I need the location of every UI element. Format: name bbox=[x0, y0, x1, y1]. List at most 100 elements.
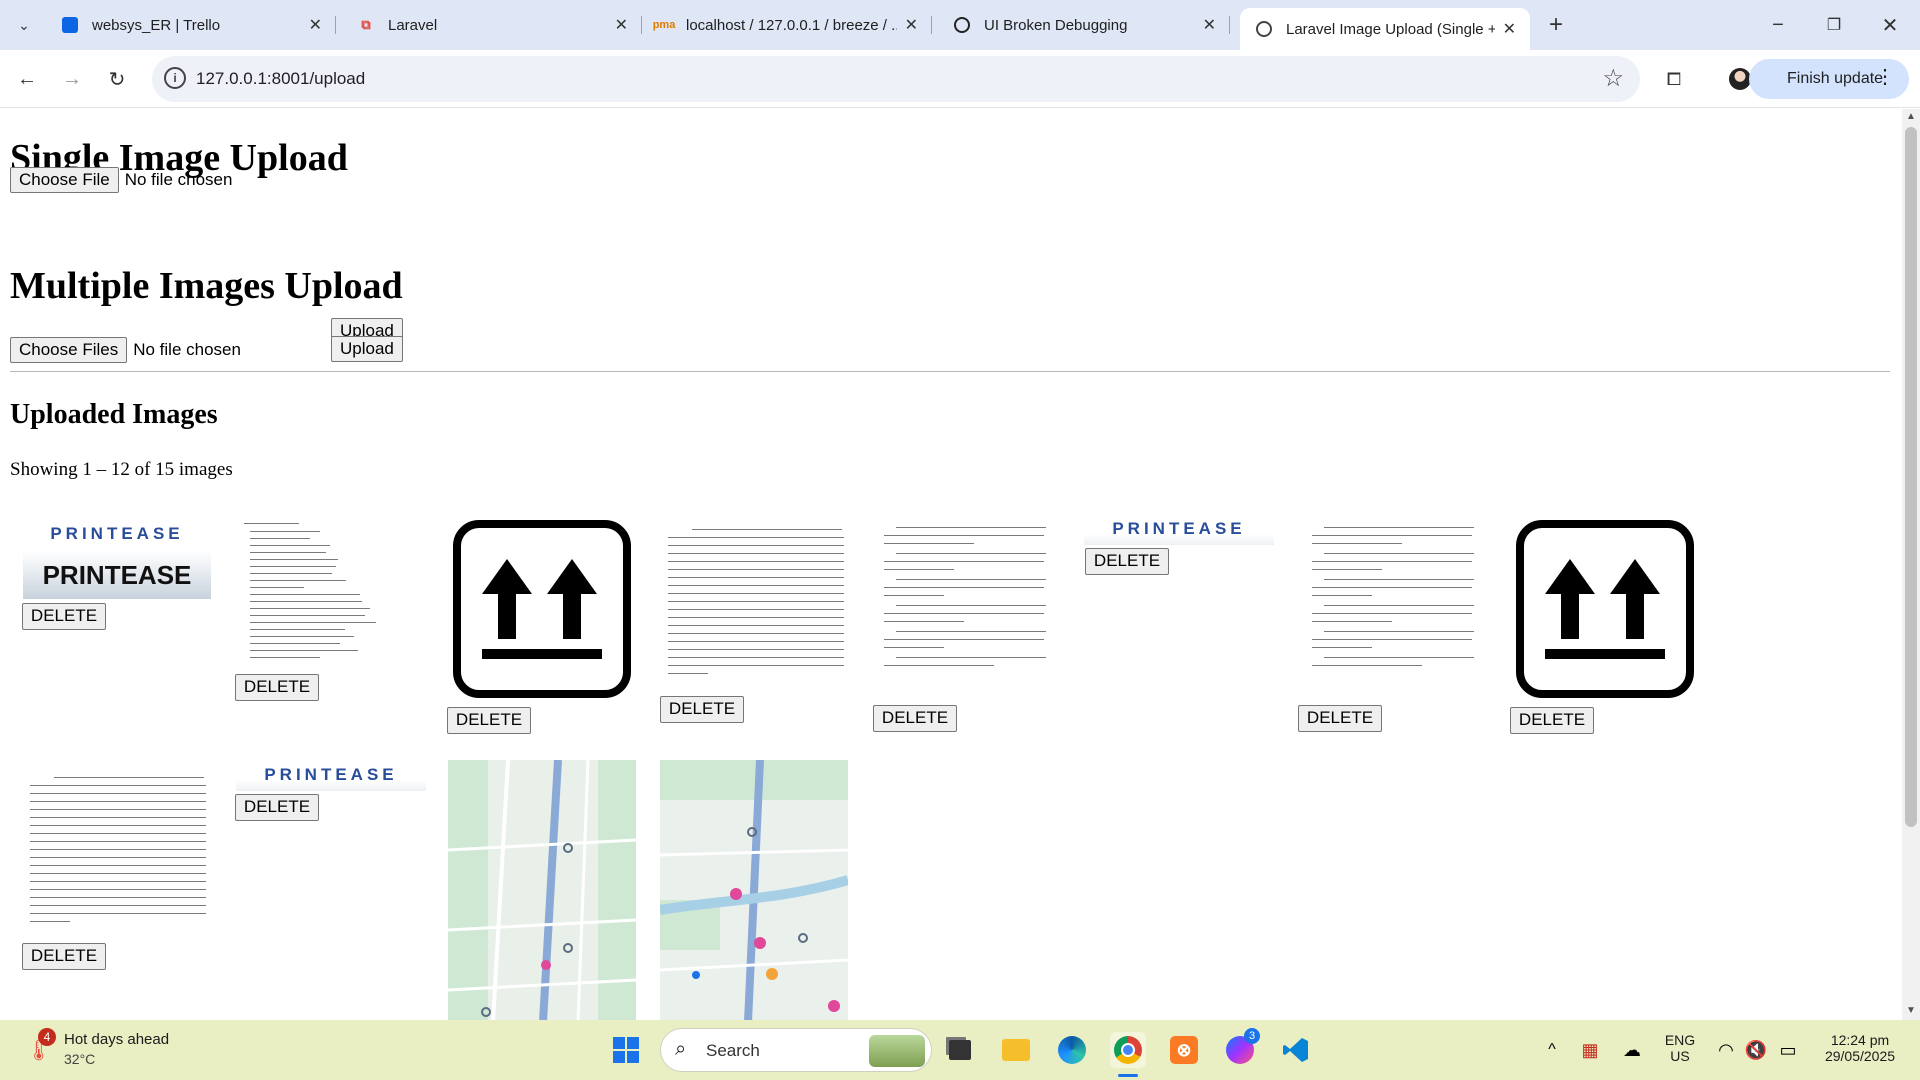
onedrive-offline-icon[interactable]: ☁ bbox=[1614, 1032, 1650, 1068]
multiple-upload-form: Choose Files No file chosen bbox=[10, 337, 241, 363]
edge-browser-icon[interactable] bbox=[1054, 1032, 1090, 1068]
taskbar-search[interactable]: ⌕ Search bbox=[660, 1028, 932, 1072]
search-icon: ⌕ bbox=[675, 1038, 687, 1060]
puzzle-icon: ⧠ bbox=[1666, 68, 1682, 89]
uploaded-image-questions-document bbox=[236, 517, 422, 667]
speaker-muted-icon[interactable]: 🔇 bbox=[1738, 1032, 1774, 1068]
choose-files-button[interactable]: Choose Files bbox=[10, 337, 128, 363]
tab-trello[interactable]: websys_ER | Trello ✕ bbox=[46, 8, 336, 42]
pagination-summary: Showing 1 – 12 of 15 images bbox=[10, 459, 233, 480]
restore-button[interactable]: ❐ bbox=[1818, 9, 1850, 41]
language-indicator[interactable]: ENG US bbox=[1660, 1032, 1700, 1064]
more-vert-icon[interactable]: ⋮ bbox=[1875, 67, 1895, 87]
task-view-icon[interactable] bbox=[942, 1032, 978, 1068]
printease-title: PRINTEASE bbox=[1112, 519, 1246, 538]
uploaded-images-heading: Uploaded Images bbox=[10, 399, 218, 430]
uploaded-image-text-document bbox=[1308, 519, 1478, 679]
restore-icon: ❐ bbox=[1826, 17, 1842, 34]
close-tab-icon[interactable]: ✕ bbox=[309, 15, 322, 35]
clock-time: 12:24 pm bbox=[1830, 1032, 1890, 1048]
delete-button[interactable]: DELETE bbox=[1298, 705, 1382, 732]
section-divider bbox=[10, 371, 1890, 372]
address-bar[interactable]: i 127.0.0.1:8001/upload ☆ bbox=[152, 56, 1640, 102]
forward-button[interactable]: → bbox=[56, 63, 88, 95]
scroll-up-arrow-icon[interactable]: ▲ bbox=[1906, 111, 1916, 122]
close-tab-icon[interactable]: ✕ bbox=[905, 15, 918, 35]
reload-button[interactable]: ↻ bbox=[101, 63, 133, 95]
site-info-icon[interactable]: i bbox=[164, 67, 186, 89]
tray-app-icon[interactable]: ▦ bbox=[1572, 1032, 1608, 1068]
weather-badge: 4 bbox=[38, 1028, 56, 1046]
this-side-up-icon bbox=[453, 520, 631, 698]
arrow-right-icon: → bbox=[62, 67, 82, 90]
multiple-upload-button[interactable]: Upload bbox=[331, 336, 403, 362]
close-tab-icon[interactable]: ✕ bbox=[615, 15, 628, 35]
tab-laravel[interactable]: ⧉ Laravel ✕ bbox=[342, 8, 642, 42]
file-explorer-icon[interactable] bbox=[998, 1032, 1034, 1068]
delete-button[interactable]: DELETE bbox=[235, 674, 319, 701]
battery-icon[interactable]: ▭ bbox=[1770, 1032, 1806, 1068]
map-graphic bbox=[448, 760, 636, 1020]
reload-icon: ↻ bbox=[108, 68, 126, 91]
url-text: 127.0.0.1:8001/upload bbox=[196, 69, 366, 88]
delete-button[interactable]: DELETE bbox=[235, 794, 319, 821]
scrollbar-thumb[interactable] bbox=[1905, 127, 1917, 827]
scroll-down-arrow-icon[interactable]: ▼ bbox=[1906, 1005, 1916, 1016]
uploaded-image-text-document bbox=[880, 519, 1050, 679]
finish-update-label: Finish update bbox=[1787, 70, 1884, 87]
this-side-up-icon bbox=[1516, 520, 1694, 698]
uploaded-image-text-document bbox=[24, 767, 210, 935]
delete-button[interactable]: DELETE bbox=[660, 696, 744, 723]
show-hidden-icons-chevron-icon[interactable]: ^ bbox=[1534, 1032, 1570, 1068]
printease-title: PRINTEASE bbox=[23, 517, 211, 551]
delete-button[interactable]: DELETE bbox=[22, 943, 106, 970]
page-scrollbar[interactable]: ▲ ▼ bbox=[1902, 109, 1920, 1020]
chatgpt-icon bbox=[952, 15, 972, 35]
extensions-button[interactable]: ⧠ bbox=[1658, 63, 1690, 95]
delete-button[interactable]: DELETE bbox=[1085, 548, 1169, 575]
language-code: ENG bbox=[1664, 1032, 1696, 1048]
plus-icon: + bbox=[1548, 11, 1563, 38]
tab-title: Laravel Image Upload (Single + ... bbox=[1286, 20, 1495, 38]
delete-button[interactable]: DELETE bbox=[447, 707, 531, 734]
choose-file-button[interactable]: Choose File bbox=[10, 167, 119, 193]
close-tab-icon[interactable]: ✕ bbox=[1503, 19, 1516, 39]
messenger-icon[interactable]: 3 bbox=[1222, 1028, 1260, 1068]
delete-button[interactable]: DELETE bbox=[1510, 707, 1594, 734]
single-file-status: No file chosen bbox=[124, 170, 233, 189]
close-icon: ✕ bbox=[1881, 14, 1899, 37]
clock[interactable]: 12:24 pm 29/05/2025 bbox=[1810, 1032, 1910, 1064]
xampp-icon[interactable]: ⊗ bbox=[1166, 1032, 1202, 1068]
uploaded-image-printease-logo: PRINTEASE bbox=[236, 763, 426, 791]
tab-title: UI Broken Debugging bbox=[984, 16, 1128, 34]
arrow-left-icon: ← bbox=[17, 67, 37, 90]
chrome-browser-icon[interactable] bbox=[1110, 1032, 1146, 1068]
region-code: US bbox=[1670, 1048, 1690, 1064]
windows-logo-icon bbox=[613, 1037, 639, 1063]
tab-phpmyadmin[interactable]: pma localhost / 127.0.0.1 / breeze / ...… bbox=[640, 8, 932, 42]
trello-icon bbox=[60, 15, 80, 35]
bookmark-star-icon[interactable]: ☆ bbox=[1602, 64, 1624, 93]
close-window-button[interactable]: ✕ bbox=[1874, 9, 1906, 41]
phpmyadmin-icon: pma bbox=[652, 19, 676, 31]
vscode-icon[interactable] bbox=[1278, 1032, 1314, 1068]
finish-update-button[interactable]: Finish update ⋮ bbox=[1749, 59, 1909, 99]
laravel-icon: ⧉ bbox=[361, 17, 371, 32]
vscode-logo-icon bbox=[1283, 1038, 1308, 1062]
tab-ui-broken-debugging[interactable]: UI Broken Debugging ✕ bbox=[938, 8, 1230, 42]
weather-widget[interactable]: 🌡 4 Hot days ahead 32°C bbox=[24, 1028, 184, 1072]
delete-button[interactable]: DELETE bbox=[22, 603, 106, 630]
tab-title: Laravel bbox=[388, 16, 438, 34]
tab-laravel-image-upload[interactable]: Laravel Image Upload (Single + ... ✕ bbox=[1240, 8, 1530, 50]
active-app-indicator bbox=[1118, 1074, 1138, 1077]
minimize-icon: − bbox=[1772, 13, 1784, 36]
back-button[interactable]: ← bbox=[11, 63, 43, 95]
tab-search-button[interactable]: ⌄ bbox=[8, 9, 40, 41]
delete-button[interactable]: DELETE bbox=[873, 705, 957, 732]
start-button[interactable] bbox=[608, 1032, 644, 1068]
search-highlight-image bbox=[869, 1035, 925, 1067]
new-tab-button[interactable]: + bbox=[1540, 9, 1572, 41]
minimize-button[interactable]: − bbox=[1762, 9, 1794, 41]
browser-tab-strip: ⌄ websys_ER | Trello ✕ ⧉ Laravel ✕ pma l… bbox=[0, 0, 1920, 50]
close-tab-icon[interactable]: ✕ bbox=[1203, 15, 1216, 35]
